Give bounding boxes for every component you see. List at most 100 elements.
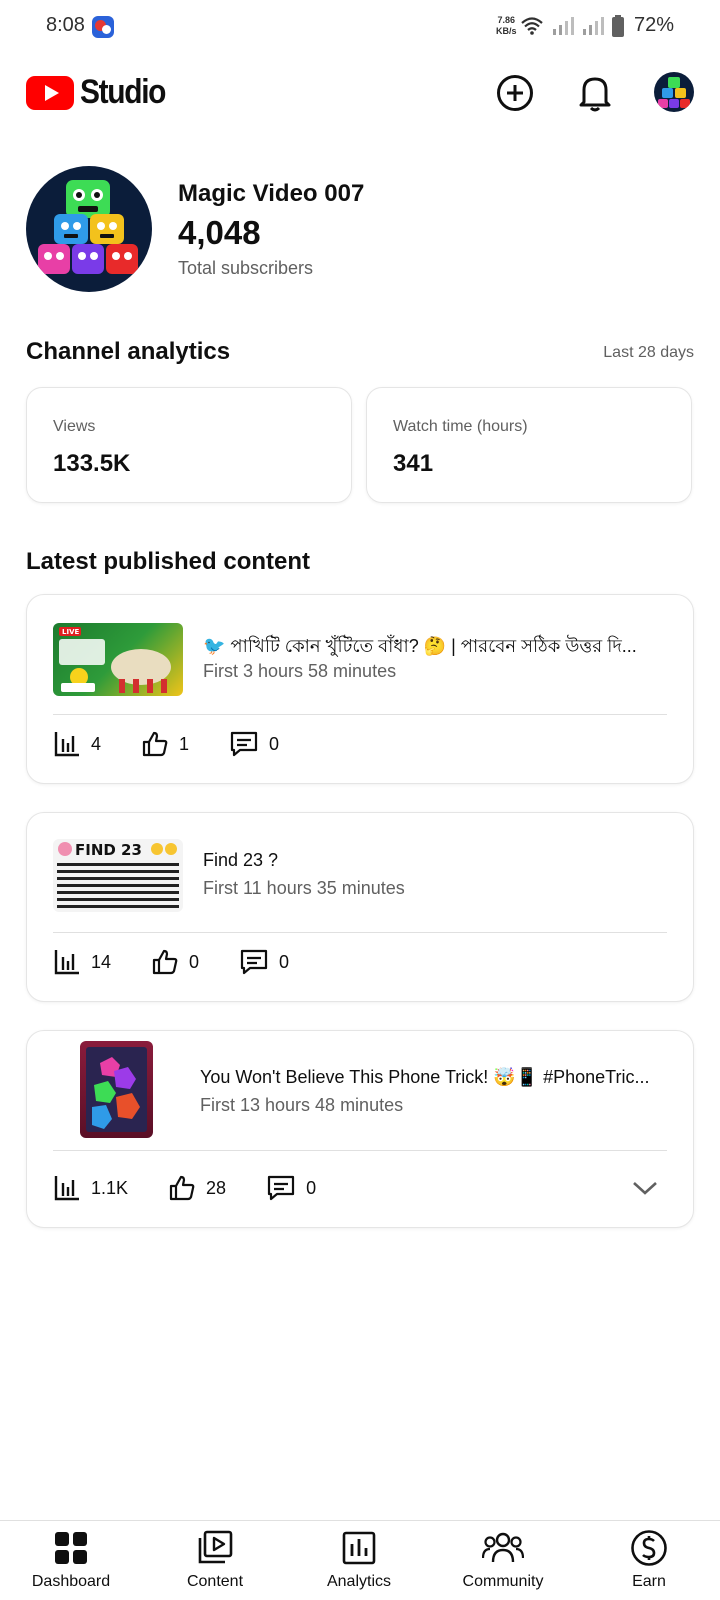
- video-metrics: 4 1 0: [53, 730, 319, 758]
- earn-icon: [631, 1530, 667, 1566]
- video-subtitle: First 13 hours 48 minutes: [200, 1095, 404, 1115]
- community-icon: [482, 1532, 524, 1563]
- comments-metric[interactable]: 0: [229, 730, 279, 758]
- views-metric[interactable]: 4: [53, 730, 101, 758]
- video-thumbnail[interactable]: FIND 23: [53, 839, 183, 912]
- app-bar: Studio: [0, 68, 720, 118]
- video-card[interactable]: FIND 23 Find 23 ? First 11 hours 35 minu…: [26, 812, 694, 1002]
- analytics-range: Last 28 days: [603, 344, 694, 361]
- divider: [53, 1150, 667, 1151]
- thumb-find-text: FIND 23: [75, 841, 142, 859]
- comments-metric[interactable]: 0: [266, 1174, 316, 1202]
- nav-label: Content: [186, 1573, 244, 1590]
- notifications-button[interactable]: [574, 72, 616, 114]
- video-card[interactable]: LIVE 🐦 পাখিটি কোন খুঁটিতে বাঁধা? 🤔 | পার…: [26, 594, 694, 784]
- comment-icon: [267, 1175, 295, 1201]
- thumbs-up-icon: [152, 949, 178, 975]
- logo-text: Studio: [80, 73, 166, 111]
- views-metric[interactable]: 1.1K: [53, 1174, 128, 1202]
- comments-count: 0: [306, 1177, 317, 1198]
- comments-metric[interactable]: 0: [239, 948, 289, 976]
- status-time: 8:08: [46, 14, 85, 36]
- divider: [53, 714, 667, 715]
- battery-icon: [611, 14, 624, 37]
- battery-percent: 72%: [633, 14, 674, 36]
- video-title: You Won't Believe This Phone Trick! 🤯📱 #…: [200, 1067, 650, 1087]
- video-title: 🐦 পাখিটি কোন খুঁটিতে বাঁধা? 🤔 | পারবেন স…: [203, 636, 637, 656]
- views-label: Views: [53, 418, 96, 435]
- comments-count: 0: [269, 733, 280, 754]
- notification-app-icon: [92, 16, 114, 38]
- signal-icon: [552, 16, 574, 35]
- likes-metric[interactable]: 28: [168, 1174, 226, 1202]
- account-avatar[interactable]: [654, 72, 694, 112]
- watch-time-value: 341: [393, 450, 434, 477]
- subscriber-count: 4,048: [178, 214, 261, 251]
- comment-icon: [240, 949, 268, 975]
- nav-analytics[interactable]: Analytics: [294, 1529, 424, 1600]
- bar-chart-icon: [54, 1176, 79, 1201]
- views-count: 4: [91, 733, 102, 754]
- video-thumbnail[interactable]: LIVE: [53, 623, 183, 696]
- channel-logo-icon: [658, 77, 690, 108]
- subscriber-label: Total subscribers: [178, 258, 314, 278]
- video-subtitle: First 11 hours 35 minutes: [203, 878, 405, 898]
- content-icon: [198, 1530, 233, 1564]
- views-value: 133.5K: [53, 450, 131, 477]
- video-thumbnail[interactable]: [80, 1041, 153, 1138]
- video-card[interactable]: You Won't Believe This Phone Trick! 🤯📱 #…: [26, 1030, 694, 1228]
- divider: [53, 932, 667, 933]
- nav-content[interactable]: Content: [150, 1529, 280, 1600]
- nav-dashboard[interactable]: Dashboard: [6, 1529, 136, 1600]
- watch-time-card[interactable]: Watch time (hours) 341: [366, 387, 692, 503]
- chevron-down-icon: [633, 1182, 657, 1195]
- channel-avatar[interactable]: [26, 166, 152, 292]
- thumbs-up-icon: [169, 1175, 195, 1201]
- network-speed: 7.86 KB/s: [496, 15, 517, 36]
- nav-label: Dashboard: [31, 1573, 111, 1590]
- bell-icon: [579, 77, 611, 112]
- likes-metric[interactable]: 0: [151, 948, 199, 976]
- likes-count: 0: [189, 951, 200, 972]
- likes-metric[interactable]: 1: [141, 730, 189, 758]
- bottom-navigation: Dashboard Content Analytics Community Ea…: [0, 1520, 720, 1600]
- views-count: 14: [91, 951, 112, 972]
- channel-logo-icon: [38, 180, 138, 274]
- thumbnail-art: FIND 23: [57, 841, 179, 908]
- video-metrics: 1.1K 28 0: [53, 1174, 356, 1202]
- signal-icon-2: [582, 16, 604, 35]
- thumbnail-art: [86, 1047, 147, 1132]
- nav-earn[interactable]: Earn: [584, 1529, 714, 1600]
- wifi-icon: [521, 16, 543, 35]
- analytics-icon: [342, 1531, 376, 1565]
- comments-count: 0: [279, 951, 290, 972]
- video-subtitle: First 3 hours 58 minutes: [203, 661, 397, 681]
- nav-label: Community: [462, 1573, 544, 1590]
- video-title: Find 23 ?: [203, 850, 279, 870]
- thumbs-up-icon: [142, 731, 168, 757]
- plus-circle-icon: [497, 75, 533, 111]
- expand-button[interactable]: [627, 1170, 663, 1206]
- thumbnail-art: LIVE: [59, 627, 171, 693]
- create-button[interactable]: [494, 72, 536, 114]
- nav-community[interactable]: Community: [438, 1529, 568, 1600]
- views-count: 1.1K: [91, 1177, 129, 1198]
- comment-icon: [230, 731, 258, 757]
- latest-content-title: Latest published content: [26, 548, 311, 575]
- youtube-play-icon: [26, 75, 74, 110]
- status-icons: 72%: [520, 14, 674, 37]
- nav-label: Analytics: [326, 1573, 392, 1590]
- channel-name: Magic Video 007: [178, 180, 365, 207]
- views-card[interactable]: Views 133.5K: [26, 387, 352, 503]
- youtube-studio-logo[interactable]: Studio: [26, 73, 177, 112]
- dashboard-icon: [55, 1532, 87, 1564]
- status-bar: 8:08 7.86 KB/s 72%: [0, 0, 720, 54]
- likes-count: 1: [179, 733, 190, 754]
- thumb-live-text: LIVE: [62, 628, 79, 636]
- views-metric[interactable]: 14: [53, 948, 111, 976]
- bar-chart-icon: [54, 950, 79, 975]
- likes-count: 28: [206, 1177, 227, 1198]
- analytics-title: Channel analytics: [26, 338, 231, 365]
- channel-header: Magic Video 007 4,048 Total subscribers: [26, 166, 694, 292]
- video-metrics: 14 0 0: [53, 948, 329, 976]
